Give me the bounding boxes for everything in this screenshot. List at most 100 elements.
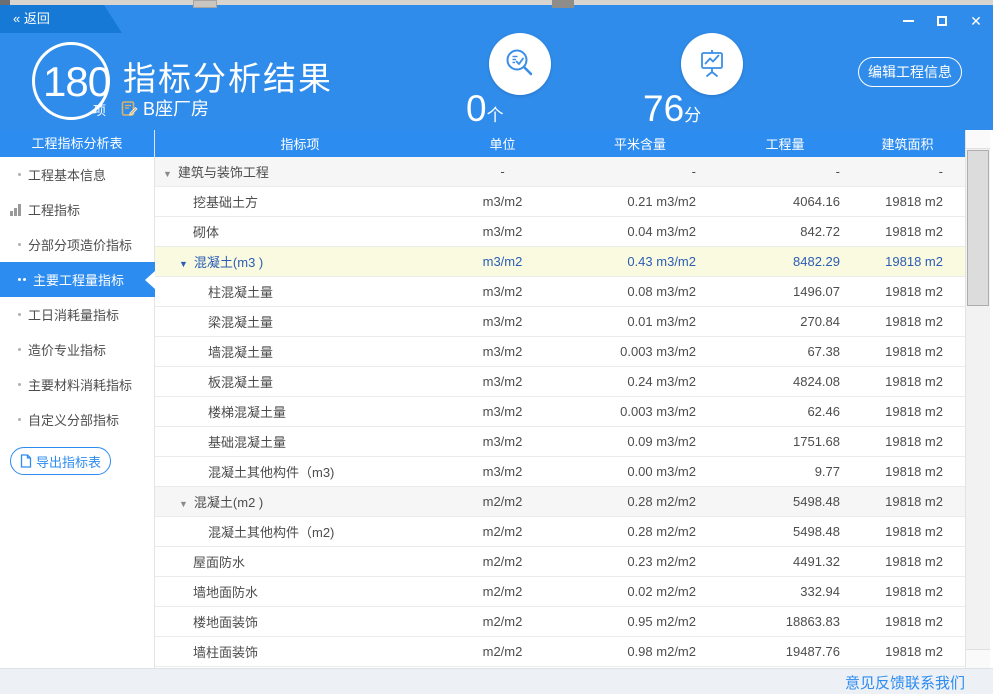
- table-row[interactable]: 墙混凝土量m3/m20.003 m3/m267.3819818 m2: [155, 337, 965, 367]
- table-row[interactable]: 砌体m3/m20.04 m3/m2842.7219818 m2: [155, 217, 965, 247]
- cell-building-area: 19818 m2: [850, 464, 965, 479]
- os-window-fragment: [552, 0, 574, 8]
- cell-unit: -: [445, 164, 560, 179]
- table-row[interactable]: 梁混凝土量m3/m20.01 m3/m2270.8419818 m2: [155, 307, 965, 337]
- table-row[interactable]: 墙柱面装饰m2/m20.98 m2/m219487.7619818 m2: [155, 637, 965, 667]
- scrollbar-thumb[interactable]: [967, 150, 989, 306]
- cell-per-sqm: 0.24 m3/m2: [560, 374, 720, 389]
- cell-quantity: 67.38: [720, 344, 850, 359]
- sidebar-item-3[interactable]: 主要工程量指标: [0, 262, 155, 297]
- edit-project-info-button[interactable]: 编辑工程信息: [858, 57, 962, 87]
- window-controls: ✕: [897, 12, 987, 30]
- table-row[interactable]: 屋面防水m2/m20.23 m2/m24491.3219818 m2: [155, 547, 965, 577]
- cell-quantity: 4824.08: [720, 374, 850, 389]
- cell-quantity: 5498.48: [720, 494, 850, 509]
- table-row[interactable]: 混凝土其他构件（m2)m2/m20.28 m2/m25498.4819818 m…: [155, 517, 965, 547]
- indicator-name: 楼梯混凝土量: [208, 405, 286, 420]
- collapse-triangle-icon[interactable]: ▼: [179, 259, 188, 269]
- indicator-name: 梁混凝土量: [208, 315, 273, 330]
- table-row[interactable]: 墙地面防水m2/m20.02 m2/m2332.9419818 m2: [155, 577, 965, 607]
- table-row[interactable]: ▼混凝土(m2 )m2/m20.28 m2/m25498.4819818 m2: [155, 487, 965, 517]
- cell-building-area: 19818 m2: [850, 374, 965, 389]
- sidebar-header: 工程指标分析表: [0, 130, 154, 157]
- feedback-contact-link[interactable]: 意见反馈联系我们: [845, 672, 965, 693]
- cell-quantity: 4064.16: [720, 194, 850, 209]
- cell-per-sqm: 0.21 m3/m2: [560, 194, 720, 209]
- export-indicator-table-button[interactable]: 导出指标表: [10, 447, 111, 475]
- cell-quantity: 332.94: [720, 584, 850, 599]
- table-row[interactable]: 楼地面装饰m2/m20.95 m2/m218863.8319818 m2: [155, 607, 965, 637]
- sidebar-item-0[interactable]: 工程基本信息: [0, 157, 155, 192]
- maximize-button[interactable]: [931, 12, 953, 30]
- cell-building-area: -: [850, 164, 965, 179]
- table-row[interactable]: ▼混凝土(m3 )m3/m20.43 m3/m28482.2919818 m2: [155, 247, 965, 277]
- cell-quantity: 270.84: [720, 314, 850, 329]
- cell-per-sqm: 0.00 m3/m2: [560, 464, 720, 479]
- column-header-indicator: 指标项: [155, 134, 445, 153]
- sidebar: 工程指标分析表 工程基本信息工程指标分部分项造价指标主要工程量指标工日消耗量指标…: [0, 130, 155, 668]
- indicator-name: 屋面防水: [193, 555, 245, 570]
- scrollbar-down-button[interactable]: [966, 649, 990, 668]
- cell-building-area: 19818 m2: [850, 344, 965, 359]
- cell-unit: m2/m2: [445, 614, 560, 629]
- app-header: « 返回 ✕ 180 项 指标分析结果 B座厂房 0个问题指标项: [0, 5, 993, 130]
- indicator-name: 墙柱面装饰: [193, 645, 258, 660]
- scrollbar-up-button[interactable]: [966, 130, 990, 149]
- sidebar-item-5[interactable]: 造价专业指标: [0, 332, 155, 367]
- close-button[interactable]: ✕: [965, 12, 987, 30]
- table-row[interactable]: 基础混凝土量m3/m20.09 m3/m21751.6819818 m2: [155, 427, 965, 457]
- cell-per-sqm: -: [560, 164, 720, 179]
- cell-per-sqm: 0.43 m3/m2: [560, 254, 720, 269]
- cell-quantity: 18863.83: [720, 614, 850, 629]
- cell-per-sqm: 0.23 m2/m2: [560, 554, 720, 569]
- cell-building-area: 19818 m2: [850, 314, 965, 329]
- cell-building-area: 19818 m2: [850, 584, 965, 599]
- sidebar-item-4[interactable]: 工日消耗量指标: [0, 297, 155, 332]
- cell-quantity: 842.72: [720, 224, 850, 239]
- dot-icon: [18, 383, 21, 386]
- column-header-per-sqm: 平米含量: [560, 134, 720, 153]
- sidebar-item-label: 工日消耗量指标: [28, 305, 119, 324]
- back-button[interactable]: « 返回: [0, 5, 122, 33]
- sidebar-item-2[interactable]: 分部分项造价指标: [0, 227, 155, 262]
- footer-bar: 意见反馈联系我们: [0, 668, 993, 694]
- table-row[interactable]: ▼建筑与装饰工程----: [155, 157, 965, 187]
- indicator-name: 基础混凝土量: [208, 435, 286, 450]
- table-body: ▼建筑与装饰工程----挖基础土方m3/m20.21 m3/m24064.161…: [155, 157, 965, 668]
- cell-unit: m3/m2: [445, 254, 560, 269]
- cell-building-area: 19818 m2: [850, 254, 965, 269]
- indicator-name: 混凝土(m3 ): [194, 255, 263, 270]
- collapse-triangle-icon[interactable]: ▼: [179, 499, 188, 509]
- table-row[interactable]: 板混凝土量m3/m20.24 m3/m24824.0819818 m2: [155, 367, 965, 397]
- cell-unit: m2/m2: [445, 554, 560, 569]
- column-header-unit: 单位: [445, 134, 560, 153]
- table-row[interactable]: 混凝土其他构件（m3)m3/m20.00 m3/m29.7719818 m2: [155, 457, 965, 487]
- maximize-icon: [937, 16, 947, 26]
- table-scrollbar[interactable]: [965, 130, 990, 668]
- cell-per-sqm: 0.02 m2/m2: [560, 584, 720, 599]
- cell-unit: m3/m2: [445, 404, 560, 419]
- table-row[interactable]: 挖基础土方m3/m20.21 m3/m24064.1619818 m2: [155, 187, 965, 217]
- cell-per-sqm: 0.08 m3/m2: [560, 284, 720, 299]
- minimize-button[interactable]: [897, 12, 919, 30]
- cell-quantity: 19487.76: [720, 644, 850, 659]
- collapse-triangle-icon[interactable]: ▼: [163, 169, 172, 179]
- sidebar-item-label: 分部分项造价指标: [28, 235, 132, 254]
- table-row[interactable]: 楼梯混凝土量m3/m20.003 m3/m262.4619818 m2: [155, 397, 965, 427]
- indicator-name: 混凝土(m2 ): [194, 495, 263, 510]
- sidebar-item-7[interactable]: 自定义分部指标: [0, 402, 155, 437]
- cell-unit: m3/m2: [445, 284, 560, 299]
- cell-unit: m2/m2: [445, 524, 560, 539]
- sidebar-item-1[interactable]: 工程指标: [0, 192, 155, 227]
- chart-board-icon: [681, 33, 743, 95]
- cell-unit: m2/m2: [445, 644, 560, 659]
- cell-unit: m3/m2: [445, 224, 560, 239]
- cell-building-area: 19818 m2: [850, 614, 965, 629]
- sidebar-item-6[interactable]: 主要材料消耗指标: [0, 367, 155, 402]
- table-row[interactable]: 柱混凝土量m3/m20.08 m3/m21496.0719818 m2: [155, 277, 965, 307]
- indicator-name: 混凝土其他构件（m2): [208, 525, 334, 540]
- indicator-count-circle: 180 项: [32, 42, 110, 120]
- cell-unit: m2/m2: [445, 584, 560, 599]
- magnifier-check-icon: [489, 33, 551, 95]
- dot-icon: [18, 313, 21, 316]
